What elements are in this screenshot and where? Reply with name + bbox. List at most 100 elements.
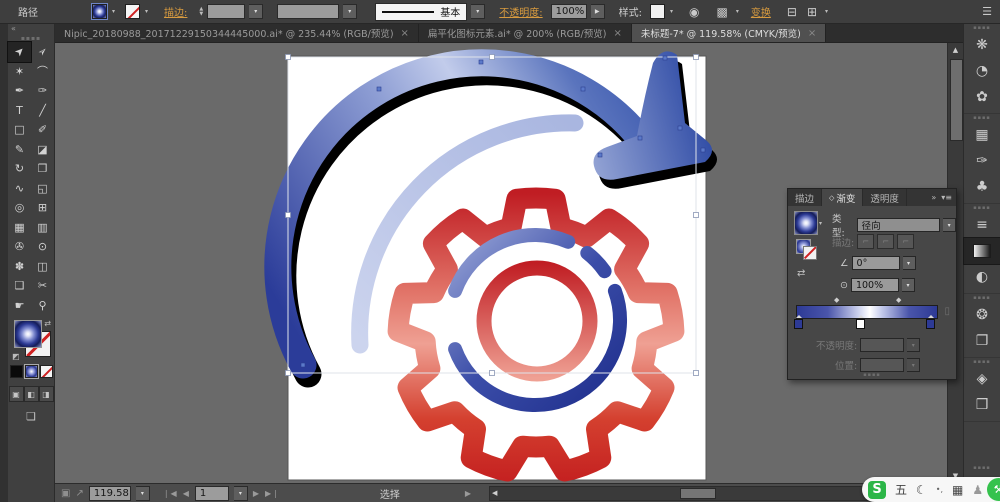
gradient-tool[interactable]: ▥ — [31, 218, 54, 238]
opacity-panel-link[interactable]: 不透明度: — [499, 4, 542, 19]
gradient-type-dropdown[interactable]: ▾ — [943, 218, 957, 232]
gradient-thumbnail[interactable] — [794, 211, 818, 235]
symbols-panel-icon[interactable]: ♣ — [964, 174, 1000, 200]
zoom-tool[interactable]: ⚲ — [31, 296, 54, 316]
gradient-type-select[interactable]: 径向 — [856, 218, 941, 232]
gradient-panel-icon-icon[interactable] — [963, 237, 1000, 265]
style-chevron-icon[interactable]: ▾ — [670, 8, 673, 15]
tools-collapse-icon[interactable]: « — [8, 24, 54, 35]
scroll-up-icon[interactable]: ▲ — [948, 43, 963, 57]
anchor-point[interactable] — [580, 86, 586, 92]
soft-keyboard-icon[interactable]: ▦ — [952, 483, 963, 497]
tab-gradient-panel[interactable]: ◇ 渐变 — [822, 189, 864, 206]
selection-handle[interactable] — [285, 54, 291, 60]
magic-wand-tool[interactable]: ✶ — [8, 62, 31, 82]
document-tab-2[interactable]: 扁平化图标元素.ai* @ 200% (RGB/预览) × — [419, 24, 632, 42]
dock-grip[interactable]: ▪▪▪▪ — [964, 358, 1000, 366]
toolbox-icon[interactable]: ⚒ — [987, 478, 1000, 501]
stroke-panel-icon[interactable]: ≡ — [964, 212, 1000, 238]
transparency-panel-icon[interactable]: ◐ — [964, 264, 1000, 290]
first-artboard-icon[interactable]: ❘◀ — [163, 489, 178, 498]
artboard-number-dropdown[interactable]: ▾ — [233, 485, 248, 501]
anchor-point[interactable] — [376, 86, 382, 92]
selection-tool[interactable]: ➤ — [7, 41, 32, 63]
width-tool[interactable]: ∿ — [8, 179, 31, 199]
none-button[interactable] — [39, 365, 53, 378]
line-segment-tool[interactable]: ╱ — [31, 101, 54, 121]
transform-panel-link[interactable]: 变换 — [751, 4, 771, 19]
distribute-objects-icon[interactable]: ⊞ — [807, 5, 817, 19]
recolor-artwork-panel-icon[interactable]: ✿ — [964, 84, 1000, 110]
vertical-scroll-thumb[interactable] — [950, 59, 963, 141]
selection-handle[interactable] — [693, 54, 699, 60]
stroke-chevron-icon[interactable]: ▾ — [145, 8, 148, 15]
stroke-across-icon[interactable]: ⌐ — [897, 234, 915, 249]
input-mode-label[interactable]: 五 — [895, 481, 907, 498]
panel-stroke-proxy[interactable] — [803, 246, 817, 260]
punctuation-icon[interactable]: •, — [936, 485, 943, 494]
aspect-ratio-dropdown[interactable]: ▾ — [901, 278, 915, 292]
brushes-panel-icon[interactable]: ✑ — [964, 148, 1000, 174]
artboard-tool[interactable]: ❑ — [8, 276, 31, 296]
direct-selection-tool[interactable]: ➢ — [31, 42, 54, 62]
gradient-slider-bar[interactable] — [796, 305, 938, 319]
delete-stop-icon[interactable]: ▯ — [944, 306, 950, 317]
status-expand-icon[interactable]: ▶ — [465, 489, 472, 498]
dock-grip[interactable]: ▪▪▪▪ — [964, 464, 1000, 472]
opacity-dropdown[interactable]: ▶ — [590, 4, 605, 19]
color-panel-icon[interactable]: ❋ — [964, 32, 1000, 58]
horizontal-scroll-thumb[interactable] — [680, 487, 717, 499]
swap-fill-stroke-icon[interactable]: ⇄ — [44, 319, 51, 328]
graphic-styles-panel-icon[interactable]: ❐ — [964, 328, 1000, 354]
stroke-weight-dropdown[interactable]: ▾ — [249, 4, 264, 19]
align-chevron-icon[interactable]: ▾ — [825, 8, 828, 15]
eraser-tool[interactable]: ◪ — [31, 140, 54, 160]
tab-close-icon[interactable]: × — [808, 28, 816, 39]
screen-mode-button[interactable]: ❏ — [8, 410, 54, 423]
anchor-point[interactable] — [637, 135, 643, 141]
stroke-panel-link[interactable]: 描边: — [164, 4, 187, 19]
gradient-midpoints[interactable]: ◆ ◆ — [796, 296, 936, 304]
draw-inside-button[interactable]: ◨ — [38, 386, 54, 402]
tab-stroke-panel[interactable]: 描边 — [788, 189, 823, 206]
tab-close-icon[interactable]: × — [401, 28, 409, 39]
fill-chevron-icon[interactable]: ▾ — [112, 8, 115, 15]
stroke-weight-input[interactable] — [207, 4, 246, 19]
artboard-number-input[interactable]: 1 — [194, 485, 229, 501]
symbol-sprayer-tool[interactable]: ✽ — [8, 257, 31, 277]
dock-grip[interactable]: ▪▪▪▪ — [964, 204, 1000, 212]
rotate-tool[interactable]: ↻ — [8, 159, 31, 179]
style-swatch[interactable] — [650, 4, 666, 19]
night-mode-icon[interactable]: ☾ — [916, 483, 927, 497]
anchor-point[interactable] — [700, 147, 706, 153]
account-icon[interactable]: ♟ — [972, 483, 983, 497]
pen-tool[interactable]: ✒ — [8, 81, 31, 101]
artboards-panel-icon[interactable]: ❒ — [964, 392, 1000, 418]
column-graph-tool[interactable]: ◫ — [31, 257, 54, 277]
dock-grip[interactable]: ▪▪▪▪ — [964, 294, 1000, 302]
dock-grip[interactable]: ▪▪▪▪ — [964, 24, 1000, 32]
gradient-thumbnail-chevron-icon[interactable]: ▾ — [819, 220, 822, 227]
scale-tool[interactable]: ❐ — [31, 159, 54, 179]
lasso-tool[interactable]: ⌒ — [31, 62, 54, 82]
last-artboard-icon[interactable]: ▶❘ — [265, 489, 280, 498]
select-similar-chevron-icon[interactable]: ▾ — [736, 8, 739, 15]
recolor-artwork-icon[interactable]: ◉ — [689, 5, 699, 19]
anchor-point[interactable] — [662, 55, 668, 61]
sogou-logo-icon[interactable]: S — [868, 480, 886, 499]
rectangle-tool[interactable]: □ — [8, 120, 31, 140]
hand-tool[interactable]: ☛ — [8, 296, 31, 316]
layers-panel-icon[interactable]: ◈ — [964, 366, 1000, 392]
curvature-tool[interactable]: ✑ — [31, 81, 54, 101]
gradient-stop-left[interactable] — [794, 315, 803, 329]
midpoint-diamond-icon[interactable]: ◆ — [834, 296, 839, 304]
select-similar-icon[interactable]: ▩ — [717, 5, 728, 19]
eyedropper-tool[interactable]: ✇ — [8, 237, 31, 257]
gradient-button[interactable] — [23, 364, 39, 379]
appearance-panel-icon[interactable]: ❂ — [964, 302, 1000, 328]
anchor-point[interactable] — [597, 152, 603, 158]
fill-proxy[interactable] — [14, 320, 42, 348]
zoom-level-input[interactable]: 119.58 — [88, 485, 131, 501]
default-fill-stroke-icon[interactable]: ◩ — [12, 352, 20, 361]
stroke-within-icon[interactable]: ⌐ — [857, 234, 875, 249]
